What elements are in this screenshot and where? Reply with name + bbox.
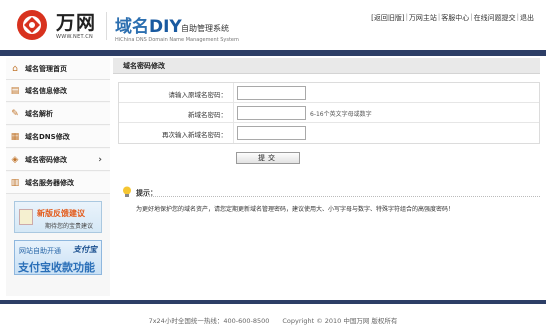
new-password-label: 新域名密码： [188, 111, 227, 119]
note-icon [19, 209, 33, 225]
system-title: 域名DIY [115, 12, 182, 37]
sidebar-item-label: 域名管理首页 [25, 64, 67, 73]
system-title-diy: DIY [149, 17, 182, 37]
sidebar-item-label: 域名解析 [25, 109, 53, 118]
dns-icon: ▦ [10, 131, 20, 142]
submit-button[interactable]: 提交 [236, 152, 300, 164]
alipay-promo-banner[interactable]: 网站自助开通 支付宝 支付宝收款功能 [14, 240, 102, 275]
form-row-old-password: 请输入原域名密码： [119, 83, 539, 103]
tip-divider [136, 196, 540, 197]
promo-subtitle: 期待您的宝贵建议 [45, 223, 94, 230]
confirm-password-label: 再次输入新域名密码： [162, 131, 227, 139]
main-section-header: 域名密码修改 [113, 58, 540, 74]
link-logout[interactable]: 退出 [520, 13, 534, 23]
old-password-label: 请输入原域名密码： [168, 91, 228, 99]
confirm-password-input[interactable] [237, 126, 306, 140]
alipay-logo: 支付宝 [73, 245, 97, 254]
logo-text: 万网 [56, 12, 97, 34]
footer-text: 7x24小时全国统一热线：400-600-8500 Copyright © 20… [148, 317, 398, 325]
link-submit-question[interactable]: 在线问题提交 [474, 13, 516, 23]
password-form: 请输入原域名密码： 新域名密码： 6-16个英文字母或数字 再次输入新域名密码： [118, 82, 540, 144]
system-subtitle: 自助管理系统 [181, 24, 229, 33]
lock-icon: ◈ [11, 154, 19, 165]
footer-accent-bar [0, 300, 546, 304]
row-divider [233, 123, 234, 143]
new-password-input[interactable] [237, 106, 306, 120]
sidebar-item-label: 域名服务器修改 [25, 178, 74, 187]
sidebar-item-label: 域名DNS修改 [25, 132, 70, 141]
sidebar-item-password[interactable]: ◈ 域名密码修改 › [6, 149, 110, 171]
promo-title: 新版反馈建议 [37, 209, 85, 218]
header-accent-bar [0, 50, 546, 56]
chevron-right-icon: › [98, 154, 102, 165]
form-row-confirm-password: 再次输入新域名密码： [119, 123, 539, 143]
tip-text: 为更好地保护您的域名资产，请您定期更新域名管理密码，建议使用大、小写字母与数字、… [136, 206, 455, 213]
page: 万网 WWW.NET.CN 域名DIY 自助管理系统 HiChina DNS D… [0, 0, 546, 331]
sidebar-item-label: 域名密码修改 [25, 155, 67, 164]
info-icon: ▤ [10, 85, 20, 96]
lightbulb-icon [123, 186, 131, 197]
top-links: [返回旧版] | 万网主站 | 客服中心 | 在线问题提交 | 退出 [371, 13, 534, 23]
header-divider [106, 12, 107, 40]
old-password-input[interactable] [237, 86, 306, 100]
sidebar-item-info[interactable]: ▤ 域名信息修改 [6, 80, 110, 102]
feedback-promo-banner[interactable]: 新版反馈建议 期待您的宝贵建议 [14, 201, 102, 233]
system-title-cn: 域名 [115, 17, 149, 37]
sidebar-item-label: 域名信息修改 [25, 86, 67, 95]
sidebar-item-dns[interactable]: ▦ 域名DNS修改 [6, 126, 110, 148]
promo-main-text: 支付宝收款功能 [18, 261, 95, 274]
new-password-hint: 6-16个英文字母或数字 [310, 111, 372, 118]
sidebar-item-home[interactable]: ⌂ 域名管理首页 [6, 58, 110, 80]
resolve-icon: ✎ [11, 108, 19, 119]
promo-top-text: 网站自助开通 [19, 247, 61, 255]
system-title-en: HiChina DNS Domain Name Management Syste… [115, 37, 239, 43]
logo-url: WWW.NET.CN [56, 34, 94, 40]
row-divider [233, 83, 234, 103]
header: 万网 WWW.NET.CN 域名DIY 自助管理系统 HiChina DNS D… [0, 0, 546, 50]
home-icon: ⌂ [12, 63, 18, 74]
link-main-site[interactable]: 万网主站 [409, 13, 437, 23]
sidebar-item-server[interactable]: ▥ 域名服务器修改 [6, 172, 110, 194]
server-icon: ▥ [10, 177, 20, 188]
form-row-new-password: 新域名密码： 6-16个英文字母或数字 [119, 103, 539, 123]
logo-icon [17, 10, 47, 40]
row-divider [233, 103, 234, 123]
link-old-version[interactable]: [返回旧版] [371, 13, 404, 23]
link-service-center[interactable]: 客服中心 [441, 13, 469, 23]
sidebar-item-resolve[interactable]: ✎ 域名解析 [6, 103, 110, 125]
page-title: 域名密码修改 [123, 62, 165, 70]
